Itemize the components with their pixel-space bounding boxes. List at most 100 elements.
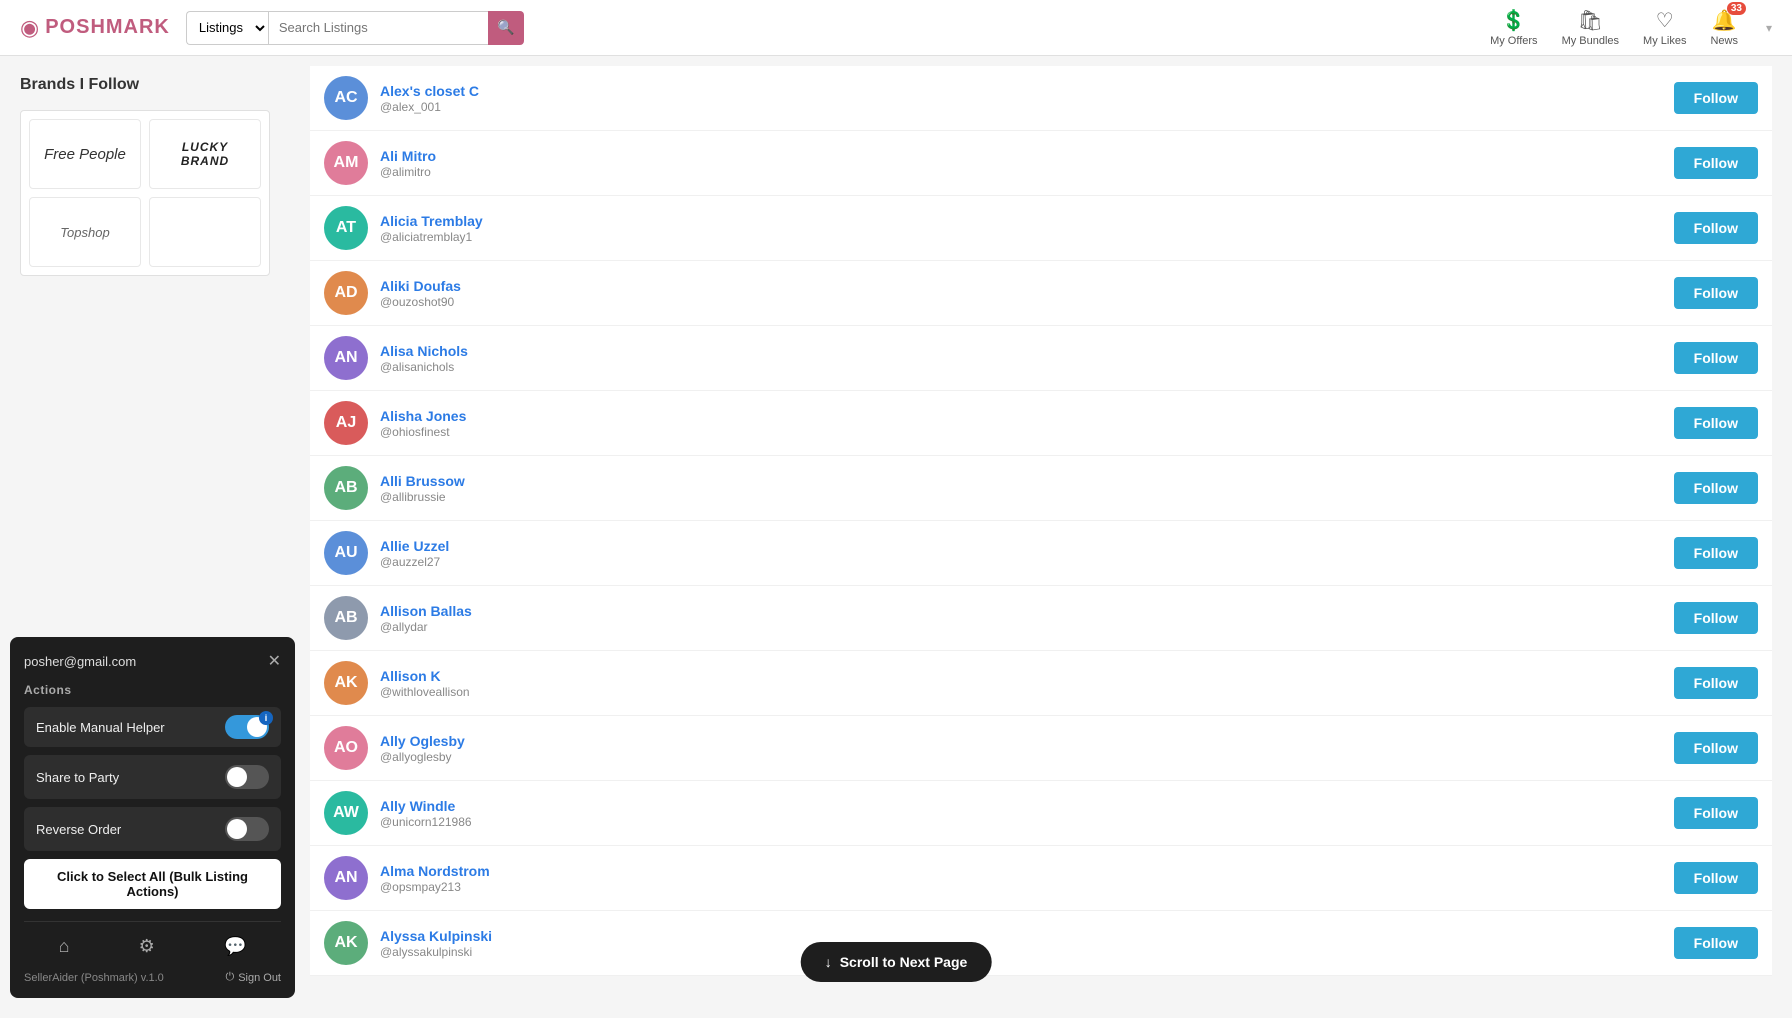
- follow-button[interactable]: Follow: [1674, 82, 1758, 114]
- user-name: Alisa Nichols: [380, 343, 1662, 359]
- avatar: AK: [324, 661, 368, 705]
- scroll-next-label: Scroll to Next Page: [840, 954, 968, 970]
- share-to-party-button[interactable]: Share to Party: [24, 755, 281, 799]
- sign-out-label: Sign Out: [238, 972, 281, 984]
- widget-footer: SellerAider (Poshmark) v.1.0 ⏻ Sign Out: [24, 971, 281, 984]
- user-name: Allie Uzzel: [380, 538, 1662, 554]
- widget-actions-label: Actions: [24, 683, 281, 697]
- follow-button[interactable]: Follow: [1674, 667, 1758, 699]
- logo[interactable]: ◉ POSHMARK: [20, 15, 170, 41]
- avatar: AK: [324, 921, 368, 965]
- nav-news-label: News: [1710, 35, 1738, 47]
- user-name: Alex's closet C: [380, 83, 1662, 99]
- user-info: Allie Uzzel @auzzel27: [380, 538, 1662, 569]
- user-name: Ali Mitro: [380, 148, 1662, 164]
- profile-chevron-icon[interactable]: ▾: [1766, 21, 1772, 35]
- logo-text: POSHMARK: [45, 16, 170, 39]
- search-input[interactable]: [268, 11, 488, 45]
- search-area: Listings 🔍: [186, 11, 586, 45]
- avatar: AN: [324, 856, 368, 900]
- user-info: Aliki Doufas @ouzoshot90: [380, 278, 1662, 309]
- user-row: AM Ali Mitro @alimitro Follow: [310, 131, 1772, 196]
- follow-button[interactable]: Follow: [1674, 732, 1758, 764]
- reverse-order-button[interactable]: Reverse Order: [24, 807, 281, 851]
- sign-out-button[interactable]: ⏻ Sign Out: [225, 971, 281, 984]
- toggle-badge: i: [259, 711, 273, 725]
- brand-lucky-brand[interactable]: LUCKYBRAND: [149, 119, 261, 189]
- follow-button[interactable]: Follow: [1674, 277, 1758, 309]
- user-list-area: AC Alex's closet C @alex_001 Follow AM A…: [290, 56, 1792, 1018]
- user-row: AD Aliki Doufas @ouzoshot90 Follow: [310, 261, 1772, 326]
- user-handle: @ohiosfinest: [380, 425, 1662, 439]
- sign-out-icon: ⏻: [225, 971, 234, 984]
- brands-grid: Free People LUCKYBRAND Topshop: [20, 110, 270, 276]
- user-handle: @withloveallison: [380, 685, 1662, 699]
- avatar: AD: [324, 271, 368, 315]
- user-handle: @allibrussie: [380, 490, 1662, 504]
- follow-button[interactable]: Follow: [1674, 927, 1758, 959]
- user-name: Alisha Jones: [380, 408, 1662, 424]
- user-handle: @allyoglesby: [380, 750, 1662, 764]
- user-row: AN Alisa Nichols @alisanichols Follow: [310, 326, 1772, 391]
- user-info: Alicia Tremblay @aliciatremblay1: [380, 213, 1662, 244]
- avatar: AJ: [324, 401, 368, 445]
- enable-manual-helper-label: Enable Manual Helper: [36, 720, 165, 735]
- user-row: AC Alex's closet C @alex_001 Follow: [310, 66, 1772, 131]
- avatar: AW: [324, 791, 368, 835]
- brand-name: Free People: [44, 146, 126, 163]
- selleraider-widget: posher@gmail.com ✕ Actions Enable Manual…: [10, 637, 295, 998]
- user-name: Alma Nordstrom: [380, 863, 1662, 879]
- user-handle: @unicorn121986: [380, 815, 1662, 829]
- share-to-party-label: Share to Party: [36, 770, 119, 785]
- follow-button[interactable]: Follow: [1674, 602, 1758, 634]
- nav-my-likes[interactable]: ♡ My Likes: [1643, 8, 1686, 47]
- follow-button[interactable]: Follow: [1674, 797, 1758, 829]
- avatar: AU: [324, 531, 368, 575]
- search-button[interactable]: 🔍: [488, 11, 524, 45]
- bulk-select-button[interactable]: Click to Select All (Bulk Listing Action…: [24, 859, 281, 909]
- user-info: Alyssa Kulpinski @alyssakulpinski: [380, 928, 1662, 959]
- follow-button[interactable]: Follow: [1674, 472, 1758, 504]
- brand-name: LUCKYBRAND: [181, 140, 229, 169]
- widget-chat-icon[interactable]: 💬: [220, 932, 250, 961]
- follow-button[interactable]: Follow: [1674, 537, 1758, 569]
- user-row: AU Allie Uzzel @auzzel27 Follow: [310, 521, 1772, 586]
- reverse-order-toggle[interactable]: [225, 817, 269, 841]
- nav-my-bundles[interactable]: 🛍 My Bundles: [1562, 8, 1619, 47]
- follow-button[interactable]: Follow: [1674, 342, 1758, 374]
- nav-my-offers[interactable]: 💲 My Offers: [1490, 8, 1537, 47]
- user-name: Aliki Doufas: [380, 278, 1662, 294]
- widget-settings-icon[interactable]: ⚙: [135, 932, 159, 961]
- user-row: AB Alli Brussow @allibrussie Follow: [310, 456, 1772, 521]
- user-info: Alex's closet C @alex_001: [380, 83, 1662, 114]
- poshmark-logo-icon: ◉: [20, 15, 39, 41]
- nav-news[interactable]: 🔔 33 News: [1710, 8, 1738, 47]
- scroll-next-icon: ↓: [825, 954, 832, 970]
- search-dropdown[interactable]: Listings: [186, 11, 268, 45]
- brand-empty: [149, 197, 261, 267]
- widget-close-button[interactable]: ✕: [268, 651, 281, 671]
- user-handle: @ouzoshot90: [380, 295, 1662, 309]
- widget-home-icon[interactable]: ⌂: [55, 932, 74, 961]
- follow-button[interactable]: Follow: [1674, 407, 1758, 439]
- brand-topshop[interactable]: Topshop: [29, 197, 141, 267]
- user-name: Allison K: [380, 668, 1662, 684]
- enable-manual-helper-toggle[interactable]: i: [225, 715, 269, 739]
- user-row: AW Ally Windle @unicorn121986 Follow: [310, 781, 1772, 846]
- follow-button[interactable]: Follow: [1674, 147, 1758, 179]
- avatar: AO: [324, 726, 368, 770]
- likes-icon: ♡: [1656, 8, 1674, 33]
- offers-icon: 💲: [1501, 8, 1526, 33]
- user-info: Allison K @withloveallison: [380, 668, 1662, 699]
- follow-button[interactable]: Follow: [1674, 212, 1758, 244]
- scroll-next-page-button[interactable]: ↓ Scroll to Next Page: [801, 942, 992, 982]
- brand-free-people[interactable]: Free People: [29, 119, 141, 189]
- nav-likes-label: My Likes: [1643, 35, 1686, 47]
- user-row: AN Alma Nordstrom @opsmpay213 Follow: [310, 846, 1772, 911]
- user-row: AK Allison K @withloveallison Follow: [310, 651, 1772, 716]
- bundles-icon: 🛍: [1578, 8, 1603, 33]
- user-info: Allison Ballas @allydar: [380, 603, 1662, 634]
- share-to-party-toggle[interactable]: [225, 765, 269, 789]
- follow-button[interactable]: Follow: [1674, 862, 1758, 894]
- user-row: AO Ally Oglesby @allyoglesby Follow: [310, 716, 1772, 781]
